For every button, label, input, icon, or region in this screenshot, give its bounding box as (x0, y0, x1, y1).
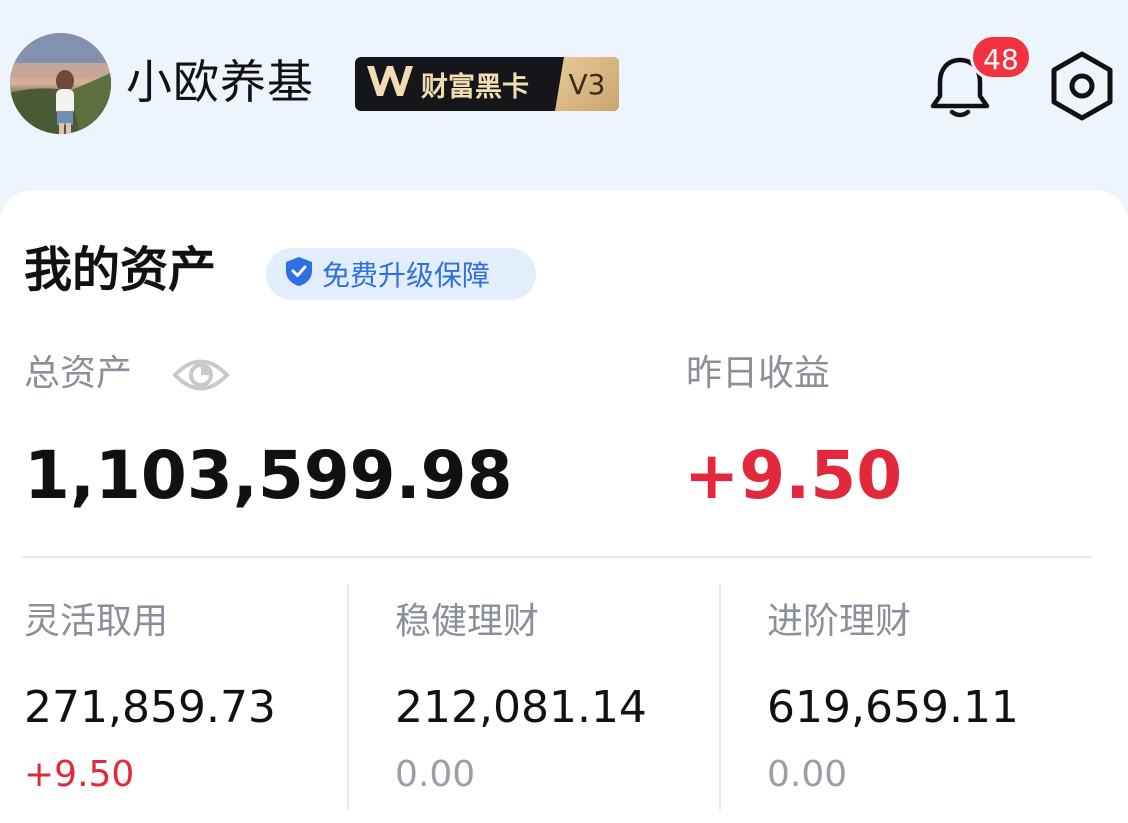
total-assets-value: 1,103,599.98 (24, 437, 513, 514)
username[interactable]: 小欧养基 (126, 52, 314, 112)
total-assets-label: 总资产 (24, 353, 133, 394)
badge-text: 财富黑卡 (421, 71, 529, 103)
category-steady-change: 0.00 (395, 754, 476, 795)
shield-check-icon (284, 255, 322, 294)
category-flexible-value: 271,859.73 (24, 682, 276, 733)
wealth-card-badge[interactable]: 财富黑卡 V3 (355, 57, 619, 111)
upgrade-protection-label: 免费升级保障 (322, 259, 491, 292)
column-divider (347, 584, 349, 810)
category-advanced-value: 619,659.11 (767, 682, 1019, 733)
wealth-logo-icon (365, 64, 415, 105)
column-divider (719, 584, 721, 810)
yesterday-earnings-value: +9.50 (684, 437, 903, 514)
category-steady-value: 212,081.14 (395, 682, 647, 733)
profile-header: 小欧养基 财富黑卡 V3 48 (0, 0, 1128, 190)
settings-hexagon-icon[interactable] (1046, 50, 1118, 122)
avatar[interactable] (10, 33, 111, 134)
notification-count-badge: 48 (970, 34, 1032, 80)
upgrade-protection-button[interactable]: 免费升级保障 (266, 248, 536, 300)
category-advanced-change: 0.00 (767, 754, 848, 795)
category-advanced-label[interactable]: 进阶理财 (767, 598, 911, 646)
category-steady-label[interactable]: 稳健理财 (395, 598, 539, 646)
category-flexible-change: +9.50 (24, 754, 135, 795)
badge-level: V3 (555, 57, 619, 111)
divider (22, 556, 1092, 558)
category-flexible-label[interactable]: 灵活取用 (24, 598, 168, 646)
page-title: 我的资产 (24, 242, 217, 298)
eye-toggle-icon[interactable] (172, 352, 230, 398)
yesterday-earnings-label: 昨日收益 (686, 353, 831, 394)
